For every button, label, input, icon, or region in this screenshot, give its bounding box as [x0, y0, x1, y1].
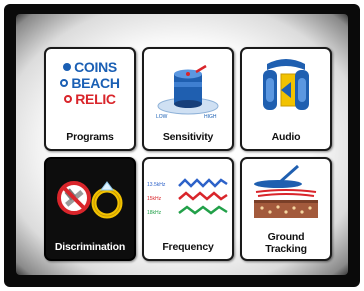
sensitivity-high-label: HIGH: [204, 114, 217, 120]
audio-icon: [242, 55, 330, 121]
frequency-label-2: 15kHz: [147, 196, 162, 202]
frequency-tile[interactable]: 13.5kHz 15kHz 18kHz Frequency: [142, 157, 234, 261]
discrimination-icon: [46, 165, 134, 231]
tile-label: Audio: [271, 131, 301, 143]
program-label: BEACH: [71, 75, 120, 91]
audio-tile[interactable]: Audio: [240, 47, 332, 151]
device-bezel: COINS BEACH RELIC Programs LOW HIGH Sens…: [4, 4, 360, 287]
sensitivity-icon: LOW HIGH: [144, 55, 232, 121]
program-item-coins: COINS: [46, 59, 134, 75]
tile-label: Ground Tracking: [242, 231, 330, 255]
tile-label: Frequency: [162, 241, 214, 253]
program-item-relic: RELIC: [46, 91, 134, 107]
menu-screen: COINS BEACH RELIC Programs LOW HIGH Sens…: [16, 14, 348, 275]
ground-tracking-icon: [242, 161, 330, 223]
programs-list: COINS BEACH RELIC: [46, 59, 134, 107]
sensitivity-tile[interactable]: LOW HIGH Sensitivity: [142, 47, 234, 151]
ground-tracking-tile[interactable]: Ground Tracking: [240, 157, 332, 261]
tile-label: Programs: [66, 131, 114, 143]
tile-label: Sensitivity: [162, 131, 214, 143]
discrimination-tile[interactable]: Discrimination: [44, 157, 136, 261]
empty-radio-icon: [64, 95, 73, 103]
program-label: RELIC: [75, 91, 116, 107]
frequency-label-3: 18kHz: [147, 210, 162, 216]
frequency-label-1: 13.5kHz: [147, 182, 166, 188]
sensitivity-low-label: LOW: [156, 114, 168, 120]
programs-tile[interactable]: COINS BEACH RELIC Programs: [44, 47, 136, 151]
tile-label: Discrimination: [54, 241, 126, 253]
frequency-icon: 13.5kHz 15kHz 18kHz: [144, 165, 232, 231]
tile-label-text: Ground Tracking: [265, 231, 307, 255]
program-label: COINS: [74, 59, 117, 75]
program-item-beach: BEACH: [46, 75, 134, 91]
empty-radio-icon: [60, 79, 69, 87]
filled-radio-icon: [63, 63, 72, 71]
